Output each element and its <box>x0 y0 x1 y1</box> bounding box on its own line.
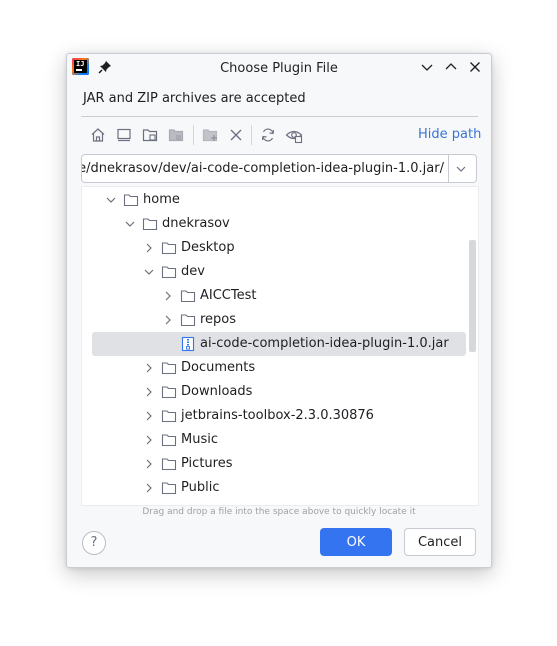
tree-row[interactable]: Downloads <box>82 380 478 404</box>
folder-icon <box>161 360 177 376</box>
tree-item-label: Documents <box>181 360 256 375</box>
help-icon: ? <box>90 535 98 550</box>
tree-item-label: Public <box>181 480 220 495</box>
new-folder-icon <box>202 129 218 142</box>
chevron-right-icon[interactable] <box>142 385 156 399</box>
minimize-button[interactable] <box>419 59 435 75</box>
toolbar-separator <box>193 125 194 145</box>
tree-row[interactable]: AICCTest <box>82 284 478 308</box>
delete-icon <box>230 129 242 141</box>
chevron-right-icon[interactable] <box>161 289 175 303</box>
tree-item-label: repos <box>200 312 237 327</box>
choose-plugin-file-dialog: IJ Choose Plugin File JAR and ZIP archiv… <box>66 53 492 568</box>
close-icon <box>470 62 480 72</box>
file-tree[interactable]: Public Pictures Music jetbrains-toolbox-2.3… <box>81 186 479 506</box>
chevron-down-icon[interactable] <box>142 265 156 279</box>
module-folder-button[interactable] <box>167 126 185 144</box>
chevron-right-icon[interactable] <box>142 457 156 471</box>
chevron-right-icon[interactable] <box>142 433 156 447</box>
jar-archive-icon <box>180 336 196 352</box>
path-dropdown-divider <box>448 155 449 182</box>
tree-item-label: Desktop <box>181 240 235 255</box>
maximize-button[interactable] <box>443 59 459 75</box>
help-button[interactable]: ? <box>82 531 106 555</box>
module-folder-icon <box>168 129 184 142</box>
divider <box>81 116 478 117</box>
folder-icon <box>142 216 158 232</box>
tree-item-label: home <box>143 192 180 207</box>
tree-item-label: Music <box>181 432 218 447</box>
folder-icon <box>161 480 177 496</box>
tree-row[interactable]: Public <box>82 476 478 500</box>
home-icon <box>91 128 105 142</box>
show-hidden-icon <box>285 130 303 144</box>
refresh-button[interactable] <box>259 126 277 144</box>
path-field <box>81 154 477 183</box>
tree-item-label: Pictures <box>181 456 233 471</box>
tree-item-label: AICCTest <box>200 288 257 303</box>
folder-icon <box>180 312 196 328</box>
hide-path-link[interactable]: Hide path <box>418 127 481 142</box>
title-bar: IJ Choose Plugin File <box>67 54 491 82</box>
refresh-icon <box>261 128 275 142</box>
tree-item-label: Downloads <box>181 384 253 399</box>
tree-item-label: jetbrains-toolbox-2.3.0.30876 <box>181 408 374 423</box>
chevron-down-icon <box>421 64 433 71</box>
drag-drop-hint: Drag and drop a file into the space abov… <box>142 507 416 517</box>
chevron-right-icon[interactable] <box>142 481 156 495</box>
tree-row-selected[interactable]: ai-code-completion-idea-plugin-1.0.jar <box>92 332 466 356</box>
folder-icon <box>161 384 177 400</box>
cancel-button[interactable]: Cancel <box>404 528 476 556</box>
tree-item-label: dnekrasov <box>162 216 230 231</box>
toolbar-separator <box>251 125 252 145</box>
folder-icon <box>161 432 177 448</box>
vertical-scrollbar[interactable] <box>469 240 476 352</box>
tree-row[interactable]: Documents <box>82 356 478 380</box>
tree-row[interactable]: dev <box>82 260 478 284</box>
delete-button[interactable] <box>227 126 245 144</box>
chevron-up-icon <box>445 63 457 70</box>
folder-icon <box>161 456 177 472</box>
tree-item-label: dev <box>181 264 205 279</box>
home-button[interactable] <box>89 126 107 144</box>
dialog-description: JAR and ZIP archives are accepted <box>83 91 306 106</box>
chevron-right-icon[interactable] <box>142 409 156 423</box>
show-hidden-files-button[interactable] <box>285 126 303 144</box>
chevron-down-icon[interactable] <box>123 217 137 231</box>
tree-row[interactable]: repos <box>82 308 478 332</box>
folder-icon <box>123 192 139 208</box>
project-folder-icon <box>142 129 158 142</box>
chevron-right-icon[interactable] <box>142 241 156 255</box>
tree-row[interactable]: dnekrasov <box>82 212 478 236</box>
folder-icon <box>161 264 177 280</box>
folder-icon <box>161 240 177 256</box>
desktop-button[interactable] <box>115 126 133 144</box>
tree-item-label: ai-code-completion-idea-plugin-1.0.jar <box>200 336 449 351</box>
path-history-dropdown[interactable] <box>450 159 472 179</box>
chevron-down-icon[interactable] <box>104 193 118 207</box>
ok-button[interactable]: OK <box>320 528 392 556</box>
tree-row[interactable]: Pictures <box>82 452 478 476</box>
chevron-down-icon <box>456 166 466 172</box>
folder-icon <box>180 288 196 304</box>
new-folder-button[interactable] <box>201 126 219 144</box>
desktop-icon <box>117 128 131 142</box>
tree-row[interactable]: home <box>82 188 478 212</box>
path-input[interactable] <box>82 155 444 182</box>
project-folder-button[interactable] <box>141 126 159 144</box>
tree-row[interactable]: Desktop <box>82 236 478 260</box>
folder-icon <box>161 408 177 424</box>
close-button[interactable] <box>467 59 483 75</box>
chevron-right-icon[interactable] <box>161 313 175 327</box>
tree-row[interactable]: jetbrains-toolbox-2.3.0.30876 <box>82 404 478 428</box>
chevron-right-icon[interactable] <box>142 361 156 375</box>
tree-row[interactable]: Music <box>82 428 478 452</box>
